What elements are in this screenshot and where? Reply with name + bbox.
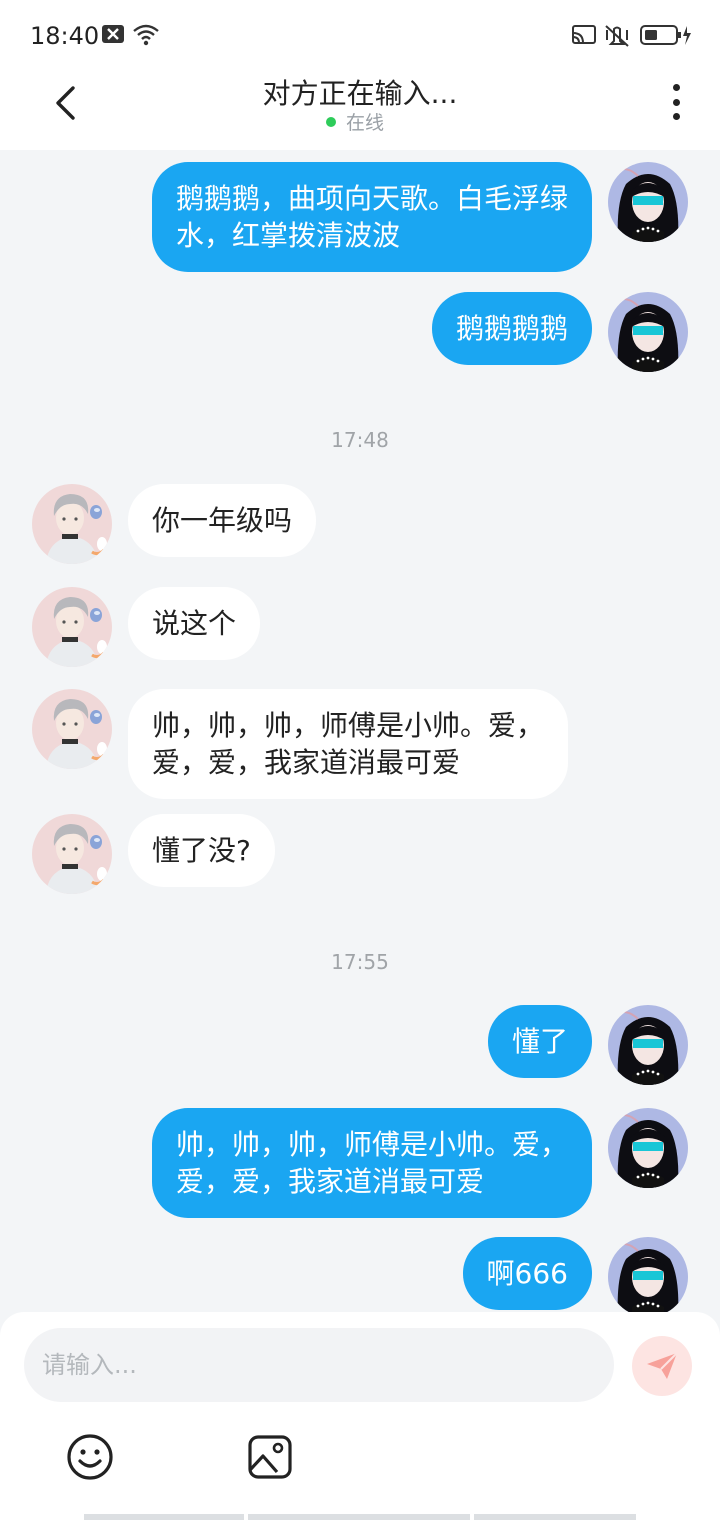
- contact-avatar[interactable]: [32, 484, 112, 564]
- emoji-icon: [67, 1434, 113, 1480]
- message-text: 鹅鹅鹅鹅: [455, 312, 568, 345]
- gesture-bar: [474, 1514, 636, 1520]
- message-text: 说这个: [152, 607, 237, 640]
- wifi-icon: [132, 24, 160, 50]
- image-icon: [248, 1435, 292, 1479]
- battery-icon: [640, 24, 692, 50]
- message-bubble-me[interactable]: 鹅鹅鹅鹅: [431, 292, 592, 365]
- message-bubble-me[interactable]: 啊666: [462, 1237, 592, 1310]
- message-timestamp: 17:48: [331, 428, 389, 452]
- notification-icon: [102, 24, 124, 48]
- online-dot-icon: [325, 116, 336, 127]
- message-bubble-them[interactable]: 懂了没?: [128, 814, 275, 887]
- contact-avatar[interactable]: [32, 689, 112, 769]
- message-text: 帅，帅，帅，师傅是小帅。爱，: [175, 1128, 568, 1161]
- contact-avatar[interactable]: [32, 814, 112, 894]
- chat-title: 对方正在输入...: [262, 77, 458, 110]
- message-composer: [0, 1312, 720, 1520]
- gesture-bar: [84, 1514, 244, 1520]
- contact-avatar[interactable]: [32, 587, 112, 667]
- cast-icon: [570, 24, 598, 50]
- my-avatar[interactable]: [608, 1237, 688, 1317]
- vibrate-icon: [602, 24, 632, 52]
- message-timestamp: 17:55: [331, 950, 389, 974]
- send-icon: [647, 1352, 678, 1379]
- my-avatar[interactable]: [608, 292, 688, 372]
- gesture-bar: [248, 1514, 470, 1520]
- image-button[interactable]: [245, 1432, 295, 1482]
- online-label: 在线: [345, 112, 384, 134]
- message-text: 懂了没?: [152, 834, 251, 867]
- online-status: 在线: [0, 108, 720, 135]
- send-button[interactable]: [632, 1336, 692, 1396]
- message-text: 懂了: [511, 1025, 568, 1058]
- message-bubble-them[interactable]: 帅，帅，帅，师傅是小帅。爱， 爱，爱，我家道消最可爱: [128, 689, 569, 799]
- my-avatar[interactable]: [608, 1005, 688, 1085]
- message-text: 水，红掌拨清波波: [175, 219, 400, 252]
- message-input[interactable]: [24, 1328, 614, 1402]
- message-bubble-me[interactable]: 鹅鹅鹅，曲项向天歌。白毛浮绿 水，红掌拨清波波: [151, 162, 592, 272]
- message-text: 啊666: [486, 1257, 568, 1290]
- message-text: 爱，爱，我家道消最可爱: [152, 746, 461, 779]
- message-bubble-me[interactable]: 帅，帅，帅，师傅是小帅。爱， 爱，爱，我家道消最可爱: [151, 1108, 592, 1218]
- more-options-button[interactable]: [660, 82, 692, 122]
- my-avatar[interactable]: [608, 162, 688, 242]
- status-time: 18:40: [30, 22, 100, 50]
- emoji-button[interactable]: [65, 1432, 115, 1482]
- message-bubble-me[interactable]: 懂了: [487, 1005, 592, 1078]
- message-bubble-them[interactable]: 你一年级吗: [128, 484, 317, 557]
- status-bar: 18:40: [0, 0, 720, 72]
- my-avatar[interactable]: [608, 1108, 688, 1188]
- message-bubble-them[interactable]: 说这个: [128, 587, 261, 660]
- message-text: 爱，爱，我家道消最可爱: [175, 1165, 484, 1198]
- message-text: 鹅鹅鹅，曲项向天歌。白毛浮绿: [175, 182, 568, 215]
- message-text: 帅，帅，帅，师傅是小帅。爱，: [152, 709, 545, 742]
- message-text: 你一年级吗: [152, 504, 293, 537]
- chat-header: 对方正在输入... 在线: [0, 72, 720, 150]
